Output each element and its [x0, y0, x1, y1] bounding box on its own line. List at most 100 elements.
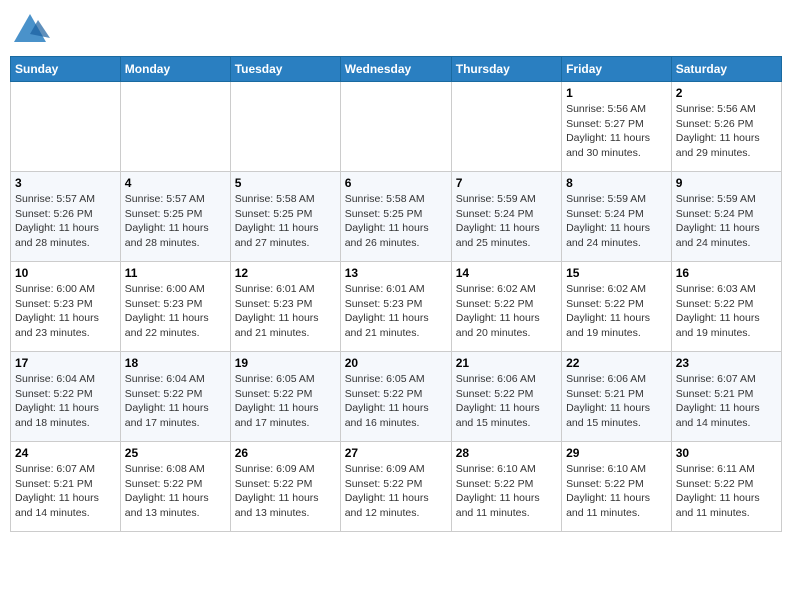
day-number: 13: [345, 266, 447, 280]
day-number: 10: [15, 266, 116, 280]
calendar-cell: 5 Sunrise: 5:58 AM Sunset: 5:25 PM Daylig…: [230, 172, 340, 262]
calendar-cell: 20 Sunrise: 6:05 AM Sunset: 5:22 PM Dayli…: [340, 352, 451, 442]
day-number: 29: [566, 446, 667, 460]
day-info: Sunrise: 5:58 AM Sunset: 5:25 PM Dayligh…: [235, 192, 336, 251]
calendar-cell: 4Sunrise: 5:57 AM Sunset: 5:25 PM Daylig…: [120, 172, 230, 262]
day-info: Sunrise: 6:03 AM Sunset: 5:22 PM Dayligh…: [676, 282, 777, 341]
day-info: Sunrise: 5:59 AM Sunset: 5:24 PM Dayligh…: [566, 192, 667, 251]
day-info: Sunrise: 6:10 AM Sunset: 5:22 PM Dayligh…: [456, 462, 557, 521]
calendar-cell: 14 Sunrise: 6:02 AM Sunset: 5:22 PM Dayli…: [451, 262, 561, 352]
day-number: 4: [125, 176, 226, 190]
day-info: Sunrise: 6:05 AM Sunset: 5:22 PM Dayligh…: [345, 372, 447, 431]
calendar-week-4: 17 Sunrise: 6:04 AM Sunset: 5:22 PM Dayli…: [11, 352, 782, 442]
day-number: 19: [235, 356, 336, 370]
day-info: Sunrise: 6:00 AM Sunset: 5:23 PM Dayligh…: [15, 282, 116, 341]
day-number: 3: [15, 176, 116, 190]
day-number: 1: [566, 86, 667, 100]
calendar-cell: [340, 82, 451, 172]
day-info: Sunrise: 6:09 AM Sunset: 5:22 PM Dayligh…: [345, 462, 447, 521]
day-info: Sunrise: 6:05 AM Sunset: 5:22 PM Dayligh…: [235, 372, 336, 431]
calendar-cell: 19 Sunrise: 6:05 AM Sunset: 5:22 PM Dayli…: [230, 352, 340, 442]
day-number: 20: [345, 356, 447, 370]
day-info: Sunrise: 6:11 AM Sunset: 5:22 PM Dayligh…: [676, 462, 777, 521]
day-number: 8: [566, 176, 667, 190]
calendar-cell: 15 Sunrise: 6:02 AM Sunset: 5:22 PM Dayli…: [562, 262, 672, 352]
day-number: 26: [235, 446, 336, 460]
calendar-cell: 30 Sunrise: 6:11 AM Sunset: 5:22 PM Dayli…: [671, 442, 781, 532]
calendar-cell: [451, 82, 561, 172]
calendar-cell: 17 Sunrise: 6:04 AM Sunset: 5:22 PM Dayli…: [11, 352, 121, 442]
day-number: 22: [566, 356, 667, 370]
day-info: Sunrise: 6:06 AM Sunset: 5:22 PM Dayligh…: [456, 372, 557, 431]
day-info: Sunrise: 6:08 AM Sunset: 5:22 PM Dayligh…: [125, 462, 226, 521]
day-number: 21: [456, 356, 557, 370]
calendar-week-2: 3Sunrise: 5:57 AM Sunset: 5:26 PM Daylig…: [11, 172, 782, 262]
calendar-week-3: 10 Sunrise: 6:00 AM Sunset: 5:23 PM Dayli…: [11, 262, 782, 352]
calendar-cell: 9 Sunrise: 5:59 AM Sunset: 5:24 PM Daylig…: [671, 172, 781, 262]
day-info: Sunrise: 6:02 AM Sunset: 5:22 PM Dayligh…: [456, 282, 557, 341]
calendar-cell: 22 Sunrise: 6:06 AM Sunset: 5:21 PM Dayli…: [562, 352, 672, 442]
calendar-cell: 24 Sunrise: 6:07 AM Sunset: 5:21 PM Dayli…: [11, 442, 121, 532]
calendar-cell: 18 Sunrise: 6:04 AM Sunset: 5:22 PM Dayli…: [120, 352, 230, 442]
day-info: Sunrise: 6:01 AM Sunset: 5:23 PM Dayligh…: [235, 282, 336, 341]
calendar-cell: 25 Sunrise: 6:08 AM Sunset: 5:22 PM Dayli…: [120, 442, 230, 532]
day-info: Sunrise: 6:04 AM Sunset: 5:22 PM Dayligh…: [125, 372, 226, 431]
day-number: 2: [676, 86, 777, 100]
day-of-week-saturday: Saturday: [671, 57, 781, 82]
calendar-cell: 2Sunrise: 5:56 AM Sunset: 5:26 PM Daylig…: [671, 82, 781, 172]
day-info: Sunrise: 6:04 AM Sunset: 5:22 PM Dayligh…: [15, 372, 116, 431]
calendar-cell: 13Sunrise: 6:01 AM Sunset: 5:23 PM Dayli…: [340, 262, 451, 352]
day-info: Sunrise: 6:09 AM Sunset: 5:22 PM Dayligh…: [235, 462, 336, 521]
calendar-cell: 1Sunrise: 5:56 AM Sunset: 5:27 PM Daylig…: [562, 82, 672, 172]
calendar-cell: 27Sunrise: 6:09 AM Sunset: 5:22 PM Dayli…: [340, 442, 451, 532]
calendar-table: SundayMondayTuesdayWednesdayThursdayFrid…: [10, 56, 782, 532]
day-of-week-friday: Friday: [562, 57, 672, 82]
day-number: 6: [345, 176, 447, 190]
calendar-cell: [120, 82, 230, 172]
day-number: 11: [125, 266, 226, 280]
calendar-cell: 10 Sunrise: 6:00 AM Sunset: 5:23 PM Dayli…: [11, 262, 121, 352]
day-number: 12: [235, 266, 336, 280]
day-number: 30: [676, 446, 777, 460]
calendar-cell: 8 Sunrise: 5:59 AM Sunset: 5:24 PM Daylig…: [562, 172, 672, 262]
day-number: 18: [125, 356, 226, 370]
day-number: 5: [235, 176, 336, 190]
day-number: 14: [456, 266, 557, 280]
calendar-header: SundayMondayTuesdayWednesdayThursdayFrid…: [11, 57, 782, 82]
day-of-week-sunday: Sunday: [11, 57, 121, 82]
logo: [10, 10, 52, 50]
calendar-cell: 28Sunrise: 6:10 AM Sunset: 5:22 PM Dayli…: [451, 442, 561, 532]
day-number: 9: [676, 176, 777, 190]
page-header: [10, 10, 782, 50]
calendar-week-1: 1Sunrise: 5:56 AM Sunset: 5:27 PM Daylig…: [11, 82, 782, 172]
calendar-cell: 6 Sunrise: 5:58 AM Sunset: 5:25 PM Daylig…: [340, 172, 451, 262]
day-number: 7: [456, 176, 557, 190]
day-info: Sunrise: 5:59 AM Sunset: 5:24 PM Dayligh…: [676, 192, 777, 251]
logo-icon: [10, 10, 50, 50]
calendar-cell: [11, 82, 121, 172]
calendar-body: 1Sunrise: 5:56 AM Sunset: 5:27 PM Daylig…: [11, 82, 782, 532]
day-number: 16: [676, 266, 777, 280]
day-of-week-thursday: Thursday: [451, 57, 561, 82]
calendar-cell: 11Sunrise: 6:00 AM Sunset: 5:23 PM Dayli…: [120, 262, 230, 352]
calendar-cell: 26 Sunrise: 6:09 AM Sunset: 5:22 PM Dayli…: [230, 442, 340, 532]
calendar-cell: 7Sunrise: 5:59 AM Sunset: 5:24 PM Daylig…: [451, 172, 561, 262]
calendar-cell: 12 Sunrise: 6:01 AM Sunset: 5:23 PM Dayli…: [230, 262, 340, 352]
day-info: Sunrise: 6:07 AM Sunset: 5:21 PM Dayligh…: [15, 462, 116, 521]
day-of-week-wednesday: Wednesday: [340, 57, 451, 82]
day-info: Sunrise: 6:06 AM Sunset: 5:21 PM Dayligh…: [566, 372, 667, 431]
day-number: 24: [15, 446, 116, 460]
day-number: 15: [566, 266, 667, 280]
day-number: 17: [15, 356, 116, 370]
day-of-week-monday: Monday: [120, 57, 230, 82]
day-of-week-tuesday: Tuesday: [230, 57, 340, 82]
day-info: Sunrise: 6:02 AM Sunset: 5:22 PM Dayligh…: [566, 282, 667, 341]
calendar-cell: 21 Sunrise: 6:06 AM Sunset: 5:22 PM Dayli…: [451, 352, 561, 442]
day-number: 23: [676, 356, 777, 370]
calendar-cell: 29 Sunrise: 6:10 AM Sunset: 5:22 PM Dayli…: [562, 442, 672, 532]
day-info: Sunrise: 6:10 AM Sunset: 5:22 PM Dayligh…: [566, 462, 667, 521]
calendar-week-5: 24 Sunrise: 6:07 AM Sunset: 5:21 PM Dayli…: [11, 442, 782, 532]
calendar-cell: 23Sunrise: 6:07 AM Sunset: 5:21 PM Dayli…: [671, 352, 781, 442]
day-info: Sunrise: 5:58 AM Sunset: 5:25 PM Dayligh…: [345, 192, 447, 251]
day-number: 25: [125, 446, 226, 460]
